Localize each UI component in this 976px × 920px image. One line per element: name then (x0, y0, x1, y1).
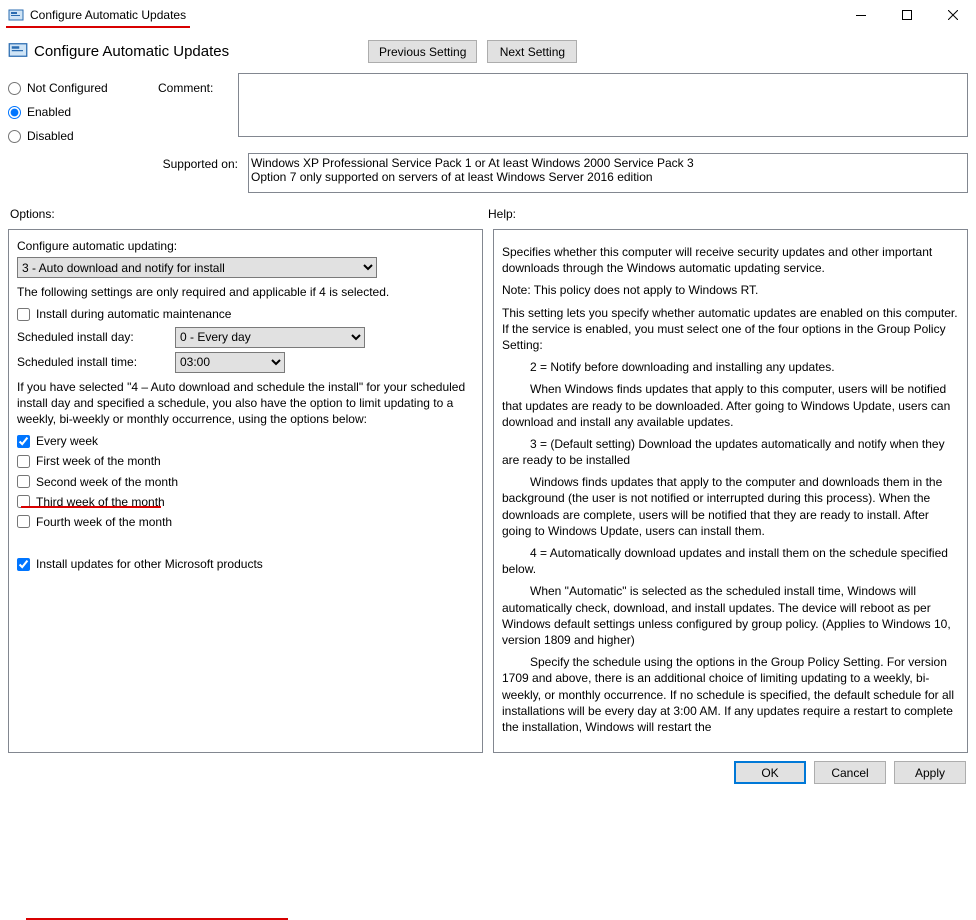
help-text: When "Automatic" is selected as the sche… (502, 583, 959, 648)
state-disabled[interactable]: Disabled (8, 129, 158, 143)
state-not-configured[interactable]: Not Configured (8, 81, 158, 95)
next-setting-button[interactable]: Next Setting (487, 40, 577, 63)
help-text: 4 = Automatically download updates and i… (502, 545, 959, 577)
policy-icon (8, 7, 24, 23)
radio-disabled[interactable] (8, 130, 21, 143)
fourth-week[interactable]: Fourth week of the month (17, 514, 474, 530)
radio-enabled[interactable] (8, 106, 21, 119)
previous-setting-button[interactable]: Previous Setting (368, 40, 477, 63)
help-text: Specifies whether this computer will rec… (502, 244, 959, 276)
every-week[interactable]: Every week (17, 433, 474, 449)
install-other-products[interactable]: Install updates for other Microsoft prod… (17, 556, 474, 572)
scheduled-day-label: Scheduled install day: (17, 329, 167, 345)
radio-label: Enabled (27, 105, 71, 119)
checkbox-label: Install during automatic maintenance (36, 306, 231, 322)
second-week-checkbox[interactable] (17, 475, 30, 488)
maximize-button[interactable] (884, 0, 930, 30)
checkbox-label: Fourth week of the month (36, 514, 172, 530)
group-policy-editor-window: Configure Automatic Updates Configure Au… (0, 0, 976, 792)
radio-label: Disabled (27, 129, 74, 143)
configure-updating-select[interactable]: 3 - Auto download and notify for install (17, 257, 377, 278)
window-title: Configure Automatic Updates (30, 8, 186, 22)
minimize-button[interactable] (838, 0, 884, 30)
help-text: Windows finds updates that apply to the … (502, 474, 959, 539)
checkbox-label: Every week (36, 433, 98, 449)
annotation-underline (21, 506, 161, 508)
close-button[interactable] (930, 0, 976, 30)
options-note2: If you have selected "4 – Auto download … (17, 379, 474, 428)
scheduled-time-label: Scheduled install time: (17, 354, 167, 370)
state-enabled[interactable]: Enabled (8, 105, 158, 119)
fourth-week-checkbox[interactable] (17, 515, 30, 528)
policy-title: Configure Automatic Updates (34, 43, 229, 60)
help-text: Specify the schedule using the options i… (502, 654, 959, 735)
annotation-underline (6, 26, 190, 28)
scheduled-day-select[interactable]: 0 - Every day (175, 327, 365, 348)
first-week[interactable]: First week of the month (17, 453, 474, 469)
supported-on-label: Supported on: (8, 153, 248, 171)
dialog-footer: OK Cancel Apply (8, 753, 968, 784)
help-text: 3 = (Default setting) Download the updat… (502, 436, 959, 468)
first-week-checkbox[interactable] (17, 455, 30, 468)
supported-on-field: Windows XP Professional Service Pack 1 o… (248, 153, 968, 193)
checkbox-label: Install updates for other Microsoft prod… (36, 556, 263, 572)
apply-button[interactable]: Apply (894, 761, 966, 784)
help-text: Note: This policy does not apply to Wind… (502, 282, 959, 298)
radio-label: Not Configured (27, 81, 108, 95)
second-week[interactable]: Second week of the month (17, 474, 474, 490)
install-during-maintenance[interactable]: Install during automatic maintenance (17, 306, 474, 322)
radio-not-configured[interactable] (8, 82, 21, 95)
ok-button[interactable]: OK (734, 761, 806, 784)
options-section-label: Options: (10, 207, 488, 221)
scheduled-time-select[interactable]: 03:00 (175, 352, 285, 373)
cancel-button[interactable]: Cancel (814, 761, 886, 784)
help-text: When Windows finds updates that apply to… (502, 381, 959, 430)
help-section-label: Help: (488, 207, 516, 221)
configure-updating-label: Configure automatic updating: (17, 238, 474, 254)
options-pane: Configure automatic updating: 3 - Auto d… (8, 229, 483, 753)
every-week-checkbox[interactable] (17, 435, 30, 448)
comment-field[interactable] (238, 73, 968, 137)
checkbox-label: First week of the month (36, 453, 161, 469)
help-pane[interactable]: Specifies whether this computer will rec… (493, 229, 968, 753)
help-text: This setting lets you specify whether au… (502, 305, 959, 354)
policy-icon (8, 40, 28, 63)
options-note: The following settings are only required… (17, 284, 474, 300)
help-text: 2 = Notify before downloading and instal… (502, 359, 959, 375)
install-other-products-checkbox[interactable] (17, 558, 30, 571)
install-during-maintenance-checkbox[interactable] (17, 308, 30, 321)
checkbox-label: Second week of the month (36, 474, 178, 490)
comment-label: Comment: (158, 73, 238, 95)
